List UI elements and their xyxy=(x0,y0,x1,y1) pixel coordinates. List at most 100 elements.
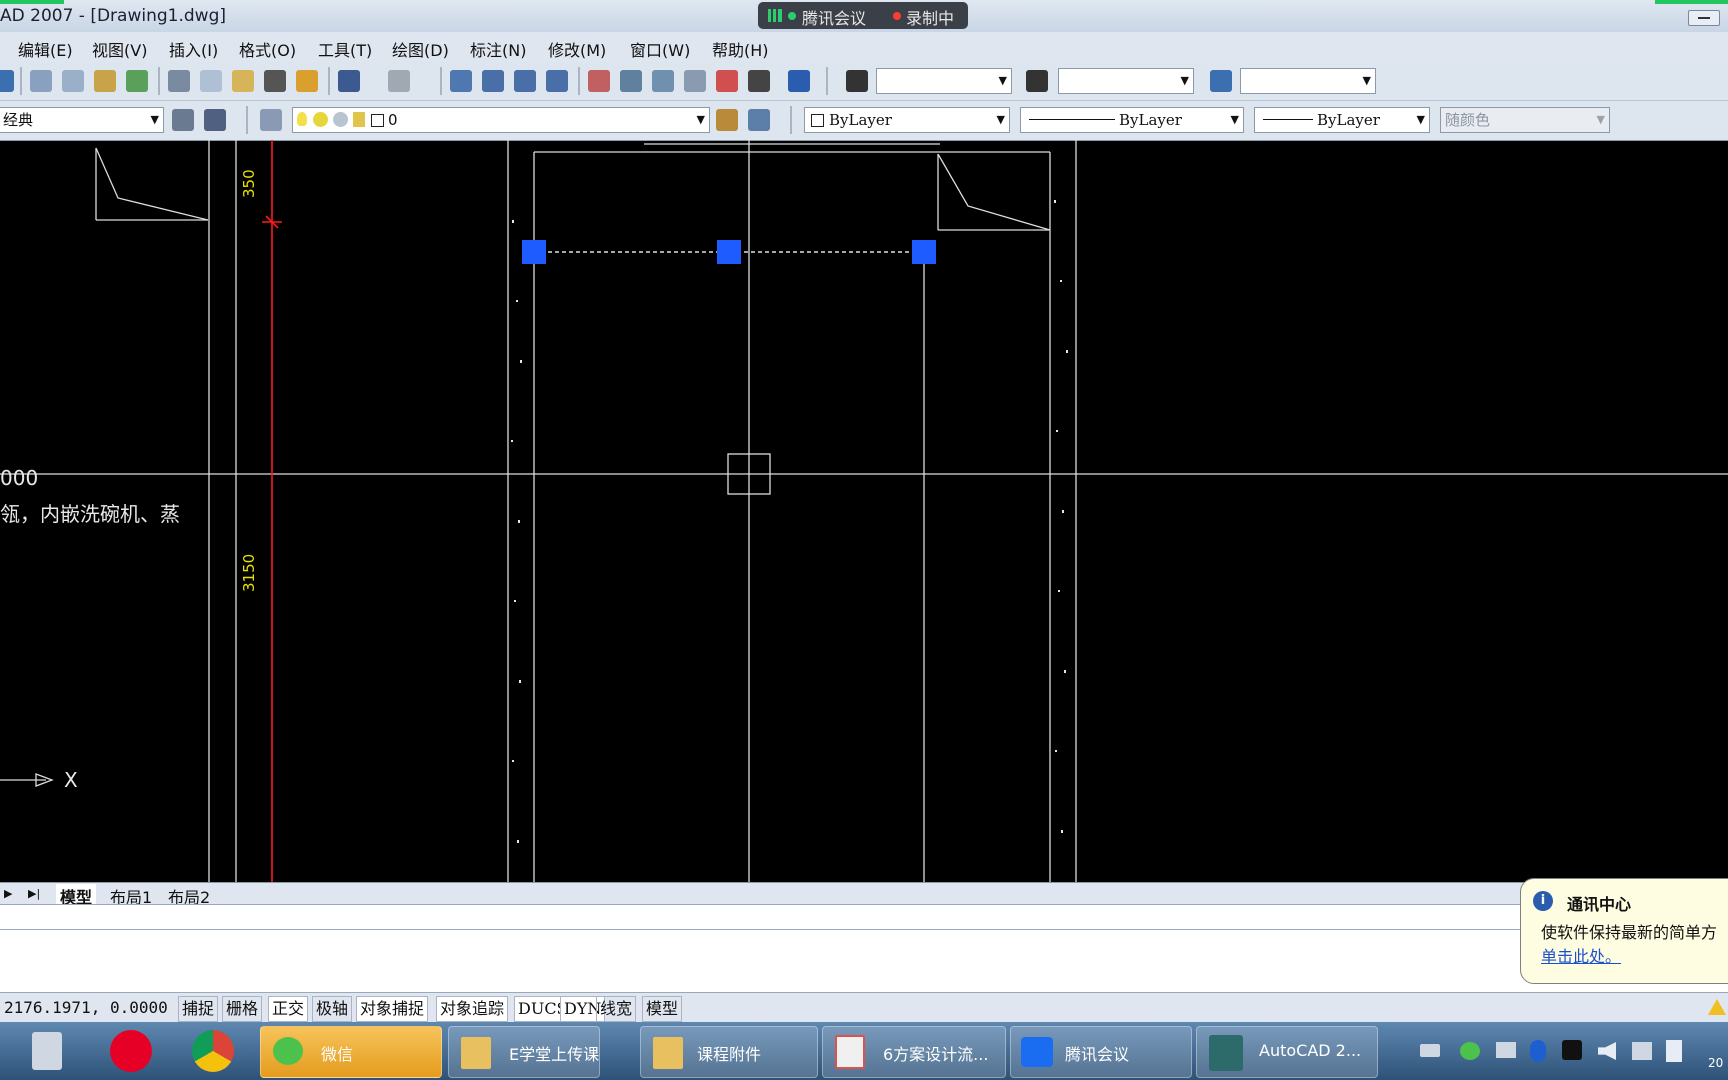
polar-toggle[interactable]: 极轴 xyxy=(312,996,353,1022)
drawing-canvas[interactable]: 350 3150 000 瓴，内嵌洗碗机、蒸 X xyxy=(0,140,1728,882)
grip-right[interactable] xyxy=(912,240,936,264)
otrack-toggle[interactable]: 对象追踪 xyxy=(436,996,509,1022)
layer-manager-icon[interactable] xyxy=(260,109,282,131)
table-style-dropdown[interactable]: ▼ xyxy=(1240,68,1376,94)
osnap-toggle[interactable]: 对象捕捉 xyxy=(356,996,429,1022)
snap-toggle[interactable]: 捕捉 xyxy=(178,996,219,1022)
design-center-icon[interactable] xyxy=(620,70,642,92)
clipboard-tray-icon[interactable] xyxy=(1666,1040,1682,1062)
text-style-dropdown[interactable]: ▼ xyxy=(876,68,1012,94)
save-workspace-icon[interactable] xyxy=(204,109,226,131)
layer-previous-icon[interactable] xyxy=(748,109,770,131)
lineweight-dropdown[interactable]: ByLayer ▼ xyxy=(1254,107,1430,133)
grip-mid[interactable] xyxy=(717,240,741,264)
wechat-tray-icon[interactable] xyxy=(1460,1042,1480,1060)
chrome-icon[interactable] xyxy=(192,1030,234,1072)
markup-icon[interactable] xyxy=(716,70,738,92)
plot-icon[interactable] xyxy=(30,70,52,92)
publish-icon[interactable] xyxy=(94,70,116,92)
ortho-toggle[interactable]: 正交 xyxy=(268,996,309,1022)
tab-nav-next-icon[interactable]: ▶ xyxy=(4,887,12,900)
comm-center-warning-icon[interactable] xyxy=(1708,999,1726,1015)
linetype-dropdown[interactable]: ByLayer ▼ xyxy=(1020,107,1244,133)
tool-palettes-icon[interactable] xyxy=(652,70,674,92)
zoom-window-icon[interactable] xyxy=(514,70,536,92)
menu-dimension[interactable]: 标注(N) xyxy=(470,37,526,61)
menu-edit[interactable]: 编辑(E) xyxy=(18,37,73,61)
network-tray-icon[interactable] xyxy=(1632,1042,1652,1060)
taskbar-item-tencent-meeting[interactable]: 腾讯会议 xyxy=(1010,1026,1192,1078)
status-bar: 2176.1971, 0.0000 捕捉 栅格 正交 极轴 对象捕捉 对象追踪 … xyxy=(0,992,1728,1023)
lineweight-sample xyxy=(1263,119,1313,120)
lineweight-toggle[interactable]: 线宽 xyxy=(596,996,637,1022)
match-properties-icon[interactable] xyxy=(264,70,286,92)
menu-modify[interactable]: 修改(M) xyxy=(548,37,606,61)
layer-dropdown[interactable]: 0 ▼ xyxy=(292,107,710,133)
notification-balloon[interactable]: i 通讯中心 使软件保持最新的简单方 单击此处。 xyxy=(1520,878,1728,984)
toolbar-separator xyxy=(790,106,792,134)
menu-insert[interactable]: 插入(I) xyxy=(169,37,218,61)
menu-tools[interactable]: 工具(T) xyxy=(318,37,372,61)
text-style-icon[interactable] xyxy=(846,70,868,92)
color-value: ByLayer xyxy=(829,111,892,129)
menu-help[interactable]: 帮助(H) xyxy=(712,37,769,61)
grid-toggle[interactable]: 栅格 xyxy=(222,996,263,1022)
plotstyle-dropdown[interactable]: 随颜色 ▼ xyxy=(1440,107,1610,133)
bluetooth-tray-icon[interactable] xyxy=(1530,1040,1546,1062)
keyboard-tray-icon[interactable] xyxy=(1420,1044,1440,1057)
monitor-tray-icon[interactable] xyxy=(1496,1042,1516,1058)
dim-style-icon[interactable] xyxy=(1026,70,1048,92)
workspace-dropdown[interactable]: 经典 ▼ xyxy=(0,107,164,133)
layers-toolbar: 经典 ▼ 0 ▼ ByLayer ▼ ByLayer ▼ ByLayer ▼ 随颜… xyxy=(0,101,1728,141)
wechat-icon xyxy=(273,1037,303,1065)
balloon-link[interactable]: 单击此处。 xyxy=(1541,943,1621,967)
block-editor-icon[interactable] xyxy=(296,70,318,92)
cut-icon[interactable] xyxy=(168,70,190,92)
workspace-value: 经典 xyxy=(3,111,34,129)
netease-music-icon[interactable] xyxy=(110,1030,152,1072)
taskbar-item-folder-upload[interactable]: E学堂上传课... xyxy=(448,1026,600,1078)
taskbar-item-autocad[interactable]: AutoCAD 2... xyxy=(1196,1026,1378,1078)
minimize-button[interactable] xyxy=(1688,10,1720,26)
zoom-realtime-icon[interactable] xyxy=(482,70,504,92)
menu-draw[interactable]: 绘图(D) xyxy=(392,37,449,61)
cabinet-symbol-right xyxy=(937,153,1051,231)
zoom-previous-icon[interactable] xyxy=(546,70,568,92)
taskbar-item-folder-attachments[interactable]: 课程附件 xyxy=(640,1026,818,1078)
menu-window[interactable]: 窗口(W) xyxy=(630,37,690,61)
help-icon[interactable] xyxy=(788,70,810,92)
undo-icon[interactable] xyxy=(338,70,360,92)
meeting-indicator[interactable]: 腾讯会议 录制中 xyxy=(758,2,968,29)
taskbar-item-wechat[interactable]: 微信 xyxy=(260,1026,442,1078)
redo-icon[interactable] xyxy=(388,70,410,92)
workspace-settings-icon[interactable] xyxy=(172,109,194,131)
model-toggle[interactable]: 模型 xyxy=(642,996,683,1022)
make-current-layer-icon[interactable] xyxy=(716,109,738,131)
color-dropdown[interactable]: ByLayer ▼ xyxy=(804,107,1010,133)
recording-label: 录制中 xyxy=(906,9,955,28)
paste-icon[interactable] xyxy=(232,70,254,92)
menu-format[interactable]: 格式(O) xyxy=(239,37,296,61)
plot-preview-icon[interactable] xyxy=(62,70,84,92)
sheet-set-icon[interactable] xyxy=(684,70,706,92)
pen-tray-icon[interactable] xyxy=(1562,1040,1582,1060)
calculator-icon[interactable] xyxy=(748,70,770,92)
volume-tray-icon[interactable] xyxy=(1598,1042,1616,1060)
properties-icon[interactable] xyxy=(588,70,610,92)
calculator-app-icon[interactable] xyxy=(32,1032,62,1070)
layer-color-swatch-icon xyxy=(371,114,384,127)
taskbar-item-document[interactable]: 6方案设计流... xyxy=(822,1026,1006,1078)
3d-dwf-icon[interactable] xyxy=(126,70,148,92)
pan-icon[interactable] xyxy=(450,70,472,92)
table-style-icon[interactable] xyxy=(1210,70,1232,92)
clock-text[interactable]: 20 xyxy=(1708,1056,1723,1070)
dim-style-dropdown[interactable]: ▼ xyxy=(1058,68,1194,94)
tab-nav-last-icon[interactable]: ▶| xyxy=(28,887,40,900)
grip-left[interactable] xyxy=(522,240,546,264)
save-icon[interactable] xyxy=(0,70,14,92)
command-line[interactable] xyxy=(0,904,1728,993)
copy-icon[interactable] xyxy=(200,70,222,92)
menu-view[interactable]: 视图(V) xyxy=(92,37,147,61)
taskbar-label-document: 6方案设计流... xyxy=(883,1045,989,1064)
viewport-freeze-icon xyxy=(333,112,348,127)
